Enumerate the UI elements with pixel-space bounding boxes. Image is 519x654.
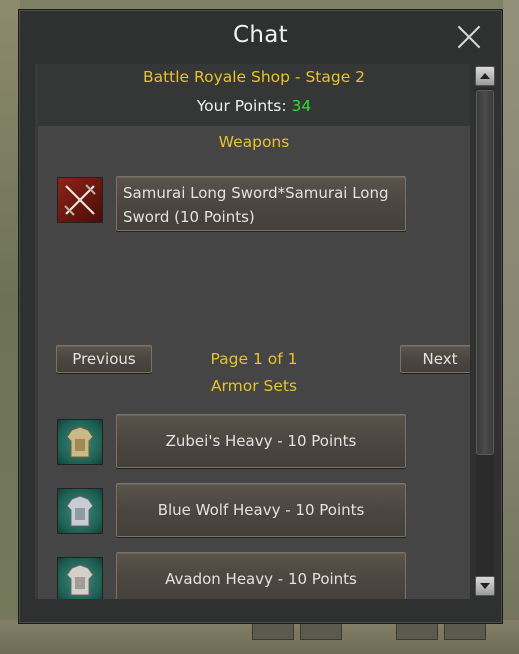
points-display: Your Points: 34 (38, 97, 470, 115)
scroll-down-icon[interactable] (475, 576, 495, 596)
window-titlebar[interactable]: Chat (19, 10, 502, 64)
crossed-swords-icon (57, 177, 103, 223)
scrollbar[interactable] (473, 66, 497, 598)
close-icon[interactable] (454, 22, 484, 52)
points-label: Your Points: (196, 97, 287, 115)
next-page-button[interactable]: Next (400, 345, 470, 373)
shop-header: Battle Royale Shop - Stage 2 Your Points… (38, 64, 470, 126)
background-scenery-left (0, 0, 20, 654)
shop-panel: Battle Royale Shop - Stage 2 Your Points… (35, 64, 470, 599)
chat-window: Chat Battle Royale Shop - Stage 2 Your P… (18, 9, 503, 624)
armor-buy-button[interactable]: Blue Wolf Heavy - 10 Points (116, 483, 406, 537)
weapons-heading: Weapons (218, 133, 290, 151)
window-title: Chat (233, 22, 288, 48)
armor-icon (57, 488, 103, 534)
scroll-up-icon[interactable] (475, 66, 495, 86)
armor-buy-button[interactable]: Zubei's Heavy - 10 Points (116, 414, 406, 468)
armor-icon (57, 557, 103, 599)
armor-icon (57, 419, 103, 465)
shop-title: Battle Royale Shop - Stage 2 (142, 68, 366, 86)
armor-buy-button[interactable]: Avadon Heavy - 10 Points (116, 552, 406, 599)
armor-sets-heading: Armor Sets (210, 377, 298, 395)
weapon-buy-button[interactable]: Samurai Long Sword*Samurai Long Sword (1… (116, 176, 406, 231)
scroll-thumb[interactable] (476, 90, 494, 455)
background-scenery-right (503, 0, 519, 654)
points-value: 34 (291, 97, 312, 115)
